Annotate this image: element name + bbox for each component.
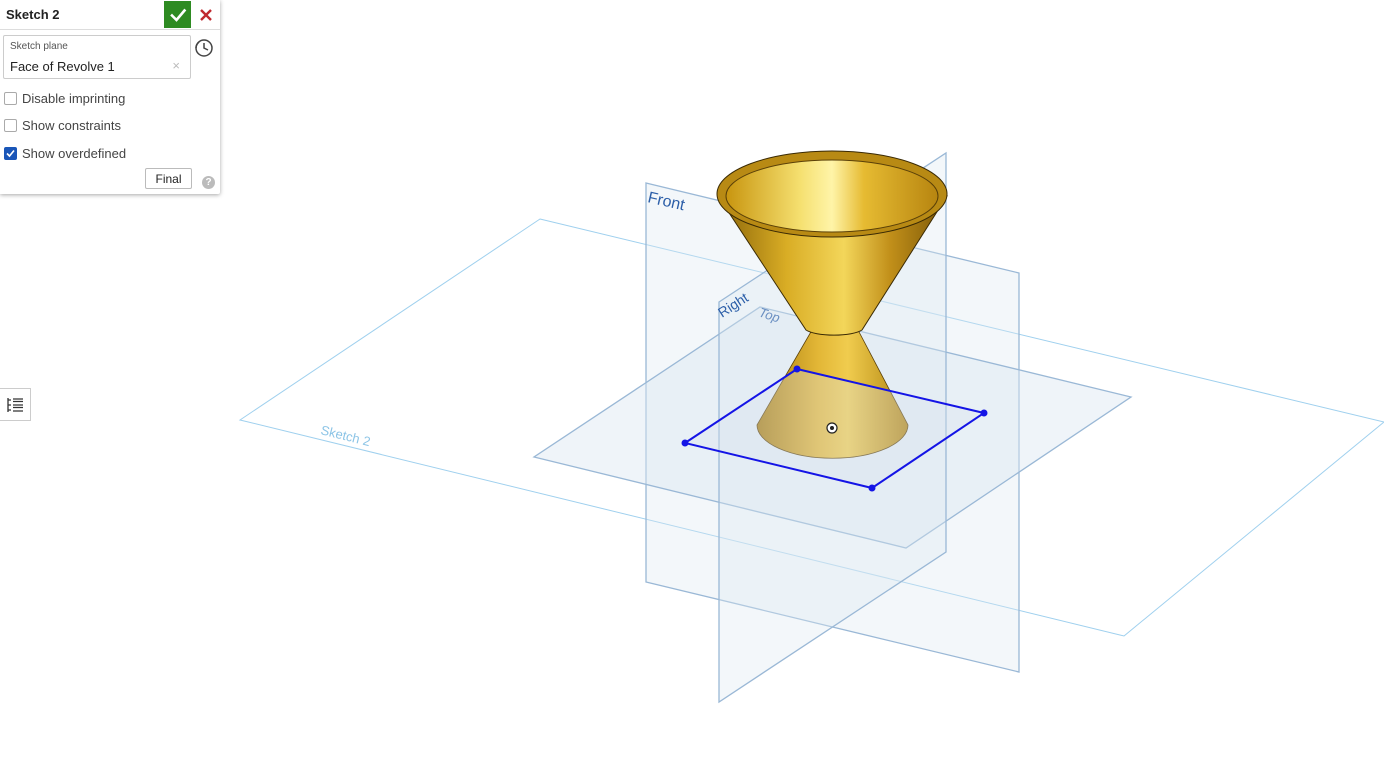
show-constraints-label: Show constraints [22, 117, 121, 133]
dialog-title: Sketch 2 [6, 7, 60, 22]
disable-imprinting-label: Disable imprinting [22, 90, 126, 106]
sketch-vertex[interactable] [980, 409, 988, 417]
origin-point[interactable] [826, 422, 838, 434]
feature-list-icon [7, 397, 23, 412]
show-overdefined-label: Show overdefined [22, 145, 127, 161]
close-icon [199, 8, 212, 21]
show-constraints-checkbox[interactable] [4, 118, 17, 132]
sketch-plane-value: Face of Revolve 1 [10, 59, 115, 74]
sketch-dialog: Sketch 2 Sketch plane Face of Revolve 1 … [0, 0, 220, 194]
final-button[interactable]: Final [145, 168, 192, 189]
sketch-plane-field[interactable]: Sketch plane Face of Revolve 1 × [3, 35, 191, 79]
checkmark-icon [6, 149, 15, 157]
disable-imprinting-option[interactable]: Disable imprinting [4, 89, 125, 107]
confirm-button[interactable] [164, 1, 191, 28]
show-constraints-option[interactable]: Show constraints [4, 116, 121, 134]
sketch-plane-label: Sketch plane [10, 41, 68, 52]
sketch-vertex[interactable] [681, 439, 689, 447]
dialog-header: Sketch 2 [0, 0, 220, 30]
show-overdefined-checkbox[interactable] [4, 146, 17, 160]
cancel-button[interactable] [193, 1, 218, 28]
show-overdefined-option[interactable]: Show overdefined [4, 144, 126, 162]
help-icon[interactable]: ? [202, 176, 215, 189]
sketch-vertex[interactable] [868, 484, 876, 492]
sketch-vertex[interactable] [793, 365, 801, 373]
feature-list-button[interactable] [0, 388, 31, 421]
sketch-plane-label: Sketch 2 [319, 422, 372, 449]
clock-icon[interactable] [194, 38, 214, 58]
checkmark-icon [169, 8, 186, 22]
clear-icon[interactable]: × [172, 58, 180, 73]
disable-imprinting-checkbox[interactable] [4, 91, 17, 105]
